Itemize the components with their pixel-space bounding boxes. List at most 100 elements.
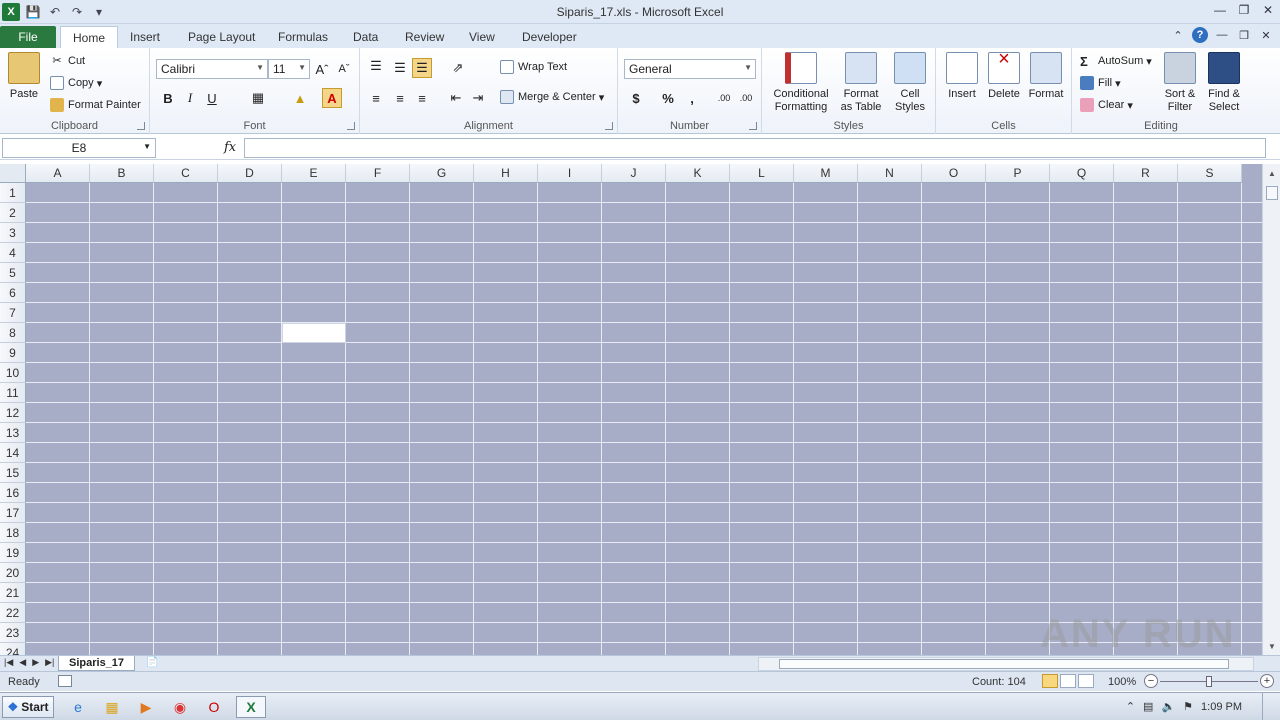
flag-icon[interactable]: ⚑: [1183, 700, 1193, 713]
vertical-scroll-thumb[interactable]: [1266, 186, 1278, 200]
column-header[interactable]: L: [730, 164, 794, 183]
borders-icon[interactable]: ▦: [248, 88, 268, 108]
row-header[interactable]: 5: [0, 263, 26, 283]
column-header[interactable]: G: [410, 164, 474, 183]
media-player-icon[interactable]: ▶: [134, 696, 158, 718]
clipboard-launcher-icon[interactable]: [137, 122, 145, 130]
tab-data[interactable]: Data: [341, 26, 390, 48]
column-header[interactable]: H: [474, 164, 538, 183]
column-header[interactable]: E: [282, 164, 346, 183]
fill-button[interactable]: Fill ▾: [1080, 76, 1121, 90]
currency-button[interactable]: $: [626, 88, 646, 108]
horizontal-scroll-thumb[interactable]: [779, 659, 1229, 669]
column-header[interactable]: F: [346, 164, 410, 183]
row-header[interactable]: 2: [0, 203, 26, 223]
format-as-table-button[interactable]: Format as Table: [836, 52, 886, 114]
column-header[interactable]: K: [666, 164, 730, 183]
column-header[interactable]: A: [26, 164, 90, 183]
zoom-out-icon[interactable]: −: [1144, 674, 1158, 688]
tab-home[interactable]: Home: [60, 26, 119, 48]
cell-styles-button[interactable]: Cell Styles: [888, 52, 932, 114]
workbook-minimize-icon[interactable]: —: [1214, 27, 1230, 43]
insert-cells-button[interactable]: Insert: [942, 52, 982, 101]
row-header[interactable]: 21: [0, 583, 26, 603]
worksheet-grid[interactable]: ABCDEFGHIJKLMNOPQRS 1 2 3 4 5 6 7 8 9 10 11 12 13 14 1…: [0, 164, 1262, 655]
format-painter-button[interactable]: Format Painter: [50, 98, 141, 112]
column-header[interactable]: S: [1178, 164, 1242, 183]
active-cell-e8[interactable]: [282, 323, 346, 343]
zoom-slider[interactable]: [1160, 676, 1258, 687]
row-header[interactable]: 12: [0, 403, 26, 423]
column-header[interactable]: B: [90, 164, 154, 183]
row-header[interactable]: 6: [0, 283, 26, 303]
font-launcher-icon[interactable]: [347, 122, 355, 130]
row-header[interactable]: 13: [0, 423, 26, 443]
row-header[interactable]: 4: [0, 243, 26, 263]
row-header[interactable]: 7: [0, 303, 26, 323]
cut-button[interactable]: ✂ Cut: [50, 54, 85, 68]
help-icon[interactable]: ?: [1192, 27, 1208, 43]
internet-explorer-icon[interactable]: e: [66, 696, 90, 718]
volume-icon[interactable]: 🔈: [1161, 700, 1175, 713]
cell-area[interactable]: [26, 183, 1262, 655]
number-format-combo[interactable]: General ▼: [624, 59, 756, 79]
tab-developer[interactable]: Developer: [510, 26, 589, 48]
scroll-up-icon[interactable]: ▲: [1263, 164, 1280, 182]
close-icon[interactable]: ✕: [1256, 0, 1280, 20]
copy-button[interactable]: Copy ▾: [50, 76, 102, 90]
column-header[interactable]: N: [858, 164, 922, 183]
tab-insert[interactable]: Insert: [118, 26, 172, 48]
conditional-formatting-button[interactable]: Conditional Formatting: [768, 52, 834, 114]
row-header[interactable]: 20: [0, 563, 26, 583]
page-layout-view-icon[interactable]: [1060, 674, 1076, 688]
decrease-indent-icon[interactable]: ⇤: [446, 88, 466, 108]
zoom-in-icon[interactable]: +: [1260, 674, 1274, 688]
tab-file[interactable]: File: [0, 26, 56, 48]
paste-button[interactable]: Paste: [6, 52, 42, 101]
row-header[interactable]: 14: [0, 443, 26, 463]
underline-button[interactable]: U: [202, 88, 222, 108]
italic-button[interactable]: I: [180, 88, 200, 108]
grow-font-icon[interactable]: Aˆ: [312, 59, 332, 79]
sort-filter-button[interactable]: Sort & Filter: [1160, 52, 1200, 114]
name-box[interactable]: E8 ▼: [2, 138, 156, 158]
column-header[interactable]: P: [986, 164, 1050, 183]
clear-button[interactable]: Clear ▾: [1080, 98, 1133, 112]
page-break-view-icon[interactable]: [1078, 674, 1094, 688]
start-button[interactable]: ❖ Start: [2, 696, 54, 718]
tab-view[interactable]: View: [457, 26, 507, 48]
alignment-launcher-icon[interactable]: [605, 122, 613, 130]
select-all-corner[interactable]: [0, 164, 26, 183]
comma-button[interactable]: ,: [682, 88, 702, 108]
restore-icon[interactable]: ❐: [1232, 0, 1256, 20]
insert-sheet-icon[interactable]: 📄: [146, 657, 160, 669]
align-center-icon[interactable]: ≡: [390, 88, 410, 108]
align-right-icon[interactable]: ≡: [412, 88, 432, 108]
workbook-restore-icon[interactable]: ❐: [1236, 27, 1252, 43]
column-header[interactable]: D: [218, 164, 282, 183]
increase-decimal-button[interactable]: .00: [714, 88, 734, 108]
column-header[interactable]: C: [154, 164, 218, 183]
vertical-scrollbar[interactable]: ▲ ▼: [1262, 164, 1280, 655]
shrink-font-icon[interactable]: Aˇ: [334, 59, 354, 79]
column-header[interactable]: J: [602, 164, 666, 183]
show-desktop-button[interactable]: [1262, 693, 1280, 720]
prev-sheet-icon[interactable]: ◀: [19, 657, 26, 668]
formula-input[interactable]: [244, 138, 1266, 158]
merge-center-button[interactable]: Merge & Center ▾: [500, 90, 604, 104]
minimize-icon[interactable]: —: [1208, 0, 1232, 20]
horizontal-scrollbar[interactable]: [758, 657, 1254, 671]
fill-color-icon[interactable]: ▲: [290, 88, 310, 108]
tab-review[interactable]: Review: [393, 26, 456, 48]
find-select-button[interactable]: Find & Select: [1202, 52, 1246, 114]
font-name-combo[interactable]: Calibri ▼: [156, 59, 268, 79]
row-header[interactable]: 24: [0, 643, 26, 655]
bold-button[interactable]: B: [158, 88, 178, 108]
zoom-level[interactable]: 100%: [1108, 676, 1136, 688]
column-header[interactable]: O: [922, 164, 986, 183]
column-header[interactable]: R: [1114, 164, 1178, 183]
last-sheet-icon[interactable]: ▶|: [45, 657, 54, 668]
sheet-tab-siparis-17[interactable]: Siparis_17: [58, 656, 136, 671]
clock[interactable]: 1:09 PM: [1201, 701, 1242, 713]
workbook-close-icon[interactable]: ✕: [1258, 27, 1274, 43]
